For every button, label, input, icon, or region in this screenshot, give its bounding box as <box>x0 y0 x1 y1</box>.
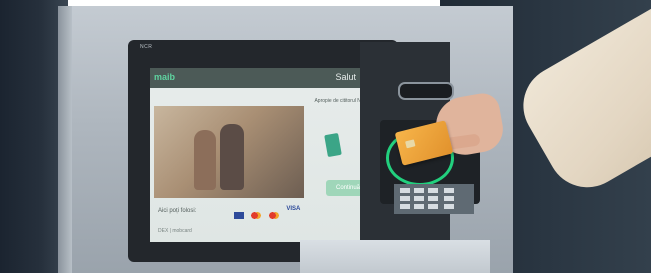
promo-video-frame <box>154 106 304 198</box>
keypad-key <box>400 196 410 201</box>
greeting-text: Salut <box>335 72 356 82</box>
bank-logo: maib <box>154 72 176 82</box>
pin-keypad <box>394 184 474 214</box>
keypad-key <box>414 196 424 201</box>
payment-brands: VISA <box>234 206 301 219</box>
atm-side-edge <box>58 6 72 273</box>
keypad-key <box>428 196 438 201</box>
card-chip-icon <box>405 139 416 149</box>
payment-methods-label: Aici poți folosi: <box>158 208 197 214</box>
keypad-key <box>444 196 454 201</box>
card-slot <box>398 82 454 100</box>
atm-screen: maib Salut Apropie de cititorul NFC Cont… <box>150 68 380 242</box>
keypad-key <box>444 204 454 209</box>
screen-header: maib Salut <box>150 68 380 88</box>
maestro-icon <box>268 212 279 219</box>
keypad-key <box>444 188 454 193</box>
keypad-key <box>400 204 410 209</box>
keypad-key <box>428 204 438 209</box>
atm-bottom-tray <box>300 240 490 273</box>
keypad-key <box>400 188 410 193</box>
atm-photo: NCR maib Salut Apropie de cititorul NFC … <box>0 0 651 273</box>
keypad-key <box>414 188 424 193</box>
keypad-key <box>428 188 438 193</box>
mastercard-icon <box>251 212 262 219</box>
person-figure <box>194 130 216 190</box>
screen-footer: DEX | mobcard <box>158 228 192 234</box>
person-figure <box>220 124 244 190</box>
bezel-brand-label: NCR <box>140 44 153 50</box>
amex-icon <box>234 212 244 219</box>
visa-label: VISA <box>286 206 301 212</box>
keypad-key <box>414 204 424 209</box>
card-icon <box>324 132 342 158</box>
